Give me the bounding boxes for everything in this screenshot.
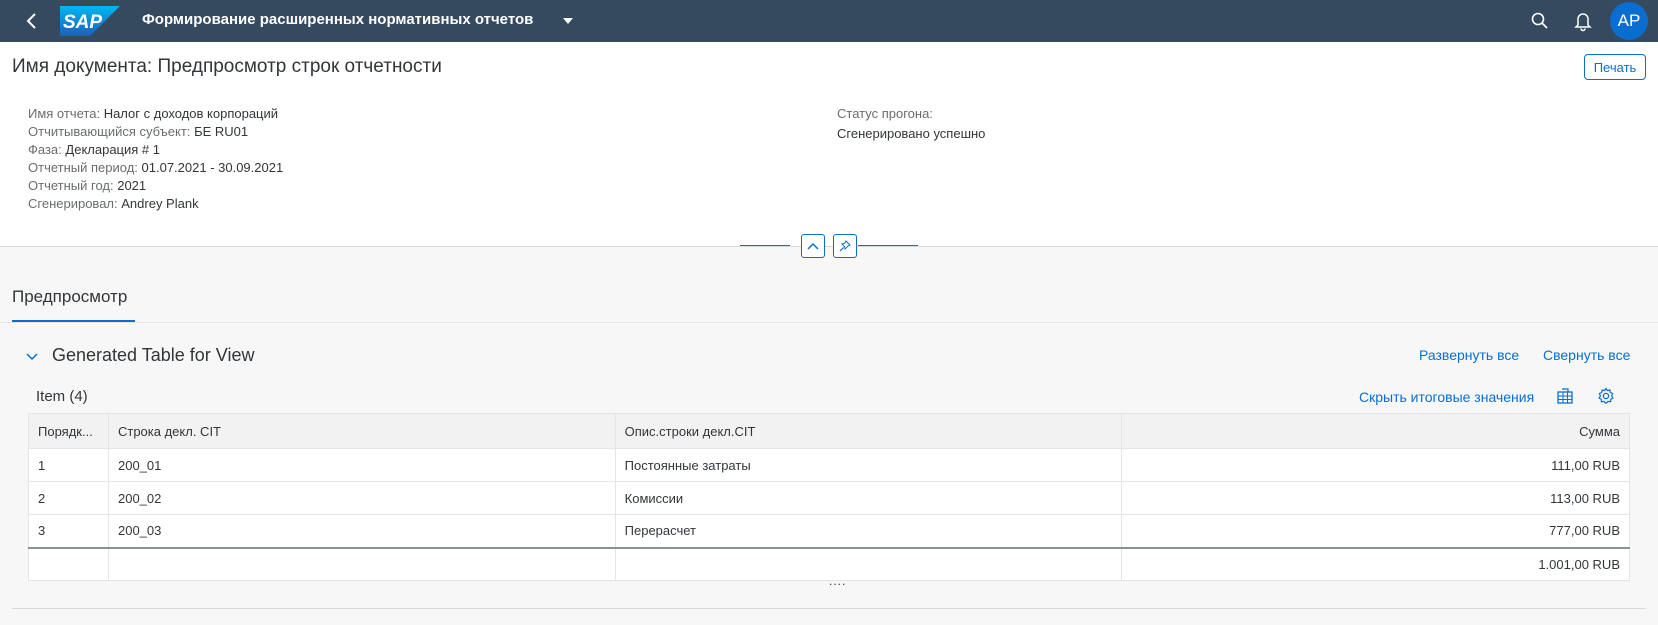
- logo-text: SAP: [63, 12, 102, 33]
- cell-amount: 111,00 RUB: [1121, 448, 1630, 482]
- attribute-reporting-period: Отчетный период: 01.07.2021 - 30.09.2021: [28, 160, 284, 175]
- attribute-reporting-entity: Отчитывающийся субъект: БЕ RU01: [28, 124, 249, 139]
- collapse-all-button[interactable]: Свернуть все: [1543, 347, 1630, 363]
- print-button[interactable]: Печать: [1584, 54, 1646, 80]
- app-title[interactable]: Формирование расширенных нормативных отч…: [142, 11, 533, 28]
- hide-totals-button[interactable]: Скрыть итоговые значения: [1359, 389, 1534, 405]
- table-item-count: Item (4): [36, 388, 88, 405]
- cell-cit-description: Постоянные затраты: [614, 448, 1123, 482]
- header-divider-right: [858, 245, 918, 246]
- attribute-report-name: Имя отчета: Налог с доходов корпораций: [28, 106, 279, 121]
- section-title: Generated Table for View: [52, 345, 255, 365]
- run-status: Статус прогона: Сгенерировано успешно: [837, 105, 985, 143]
- expand-all-button[interactable]: Развернуть все: [1419, 347, 1519, 363]
- table-header-row: Порядк... Строка декл. CIT Опис.строки д…: [28, 413, 1630, 449]
- section-bottom-separator: [12, 608, 1646, 609]
- column-header-cit-line[interactable]: Строка декл. CIT: [107, 413, 616, 449]
- object-header: Имя документа: Предпросмотр строк отчетн…: [0, 42, 1658, 247]
- export-icon[interactable]: [1553, 384, 1577, 408]
- header-divider-left: [740, 245, 790, 246]
- pin-icon[interactable]: [833, 234, 857, 258]
- cell-total-amount: 1.001,00 RUB: [1121, 546, 1630, 581]
- attribute-generated-by: Сгенерировал: Andrey Plank: [28, 196, 199, 211]
- search-icon[interactable]: [1530, 11, 1550, 31]
- report-lines-table: Порядк... Строка декл. CIT Опис.строки д…: [28, 413, 1630, 581]
- more-indicator[interactable]: ....: [829, 574, 846, 588]
- cell-amount: 777,00 RUB: [1121, 514, 1630, 548]
- cell-order: 3: [28, 514, 109, 548]
- cell-cit-description: Перерасчет: [614, 514, 1123, 548]
- cell-cit-line: 200_02: [107, 481, 616, 515]
- run-status-value: Сгенерировано успешно: [837, 126, 986, 141]
- cell-order: 2: [28, 481, 109, 515]
- tab-preview[interactable]: Предпросмотр: [12, 287, 127, 307]
- bell-icon[interactable]: [1572, 10, 1594, 32]
- cell-cit-line: 200_03: [107, 514, 616, 548]
- sap-logo[interactable]: SAP: [60, 6, 120, 41]
- column-header-amount[interactable]: Сумма: [1121, 413, 1630, 449]
- attribute-phase: Фаза: Декларация # 1: [28, 142, 160, 157]
- table-row[interactable]: 2 200_02 Комиссии 113,00 RUB: [28, 481, 1630, 515]
- cell-order: 1: [28, 448, 109, 482]
- report-attributes: Имя отчета: Налог с доходов корпораций О…: [28, 105, 283, 213]
- table-row[interactable]: 3 200_03 Перерасчет 777,00 RUB: [28, 514, 1630, 548]
- run-status-label: Статус прогона:: [837, 106, 933, 121]
- column-header-order[interactable]: Порядк...: [28, 413, 109, 449]
- page-title: Имя документа: Предпросмотр строк отчетн…: [12, 56, 442, 77]
- chevron-down-icon[interactable]: [24, 348, 40, 364]
- column-header-cit-description[interactable]: Опис.строки декл.CIT: [614, 413, 1123, 449]
- back-icon[interactable]: [20, 9, 44, 33]
- user-avatar[interactable]: AP: [1610, 2, 1648, 40]
- settings-gear-icon[interactable]: [1594, 384, 1618, 408]
- attribute-reporting-year: Отчетный год: 2021: [28, 178, 147, 193]
- tab-bar-separator: [0, 322, 1658, 323]
- collapse-header-icon[interactable]: [801, 234, 825, 258]
- cell-amount: 113,00 RUB: [1121, 481, 1630, 515]
- shell-bar: SAP Формирование расширенных нормативных…: [0, 0, 1658, 42]
- cell-cit-description: Комиссии: [614, 481, 1123, 515]
- cell-cit-line: 200_01: [107, 448, 616, 482]
- table-row[interactable]: 1 200_01 Постоянные затраты 111,00 RUB: [28, 448, 1630, 482]
- app-title-dropdown-icon[interactable]: [563, 18, 573, 24]
